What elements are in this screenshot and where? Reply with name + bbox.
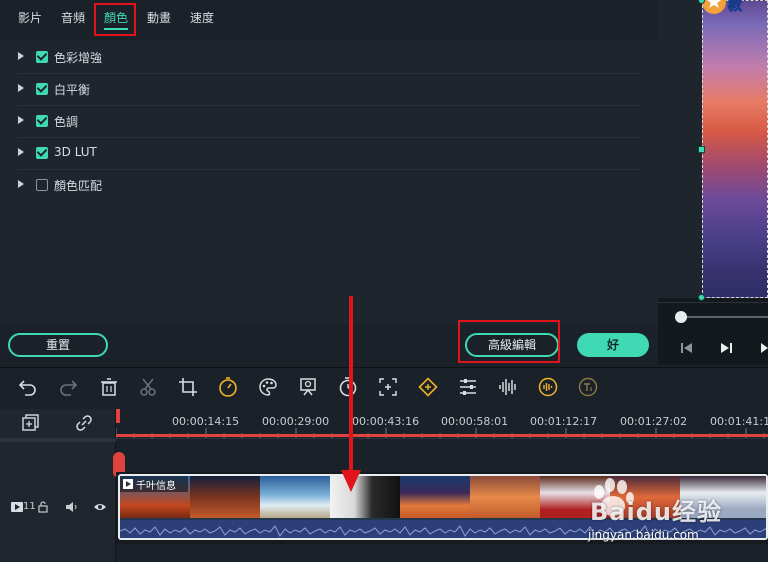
ruler-timecode: 00:01:12:17 bbox=[530, 415, 598, 428]
watermark-url: jingyan.baidu.com bbox=[588, 528, 699, 542]
color-palette-icon[interactable] bbox=[257, 376, 279, 398]
ruler-timecode: 00:01:41:1 bbox=[710, 415, 768, 428]
delete-icon[interactable] bbox=[98, 376, 120, 398]
color-option-label: 顏色匹配 bbox=[54, 179, 103, 193]
expand-arrow-icon[interactable] bbox=[18, 116, 24, 124]
redo-icon[interactable] bbox=[57, 376, 79, 398]
audio-wave-icon[interactable] bbox=[497, 376, 519, 398]
annotation-arrow-line bbox=[349, 296, 353, 476]
clip-thumbnail bbox=[260, 476, 330, 518]
split-icon[interactable] bbox=[137, 376, 159, 398]
reset-button[interactable]: 重置 bbox=[8, 333, 108, 357]
tab-video[interactable]: 影片 bbox=[18, 10, 42, 30]
lock-icon[interactable] bbox=[38, 501, 48, 513]
badge-text: 教 bbox=[728, 0, 743, 14]
clip-thumbnail bbox=[470, 476, 540, 518]
color-option-row[interactable]: 色調 bbox=[18, 106, 640, 138]
eye-icon[interactable] bbox=[93, 502, 107, 512]
clip-title-bar: 千叶信息 bbox=[120, 476, 188, 492]
expand-arrow-icon[interactable] bbox=[18, 52, 24, 60]
tab-speed[interactable]: 速度 bbox=[190, 10, 214, 30]
track-headers bbox=[0, 409, 116, 562]
next-icon[interactable] bbox=[760, 342, 768, 354]
green-screen-icon[interactable] bbox=[297, 376, 319, 398]
add-track-icon[interactable] bbox=[22, 414, 40, 432]
preview-scrubber-knob[interactable] bbox=[675, 311, 687, 323]
checkbox[interactable] bbox=[36, 115, 48, 127]
empty-track[interactable] bbox=[116, 440, 768, 472]
ruler-timecode: 00:01:27:02 bbox=[620, 415, 688, 428]
video-track-icon bbox=[11, 502, 23, 512]
annotation-box-advanced bbox=[458, 320, 560, 363]
expand-arrow-icon[interactable] bbox=[18, 84, 24, 92]
previous-frame-icon[interactable] bbox=[680, 342, 694, 354]
playhead-marker[interactable] bbox=[116, 409, 120, 423]
watermark-brand: Baidu经验 bbox=[590, 498, 722, 526]
color-option-row[interactable]: 3D LUT bbox=[18, 138, 640, 170]
preview-frame[interactable] bbox=[702, 0, 768, 298]
clip-title: 千叶信息 bbox=[136, 481, 176, 492]
color-panel: 影片 音頻 顏色 動畫 速度 色彩增強 白平衡 色調 3D LUT 顏色匹配 重… bbox=[0, 0, 658, 365]
preview-backdrop bbox=[658, 0, 702, 298]
ruler-timecode: 00:00:58:01 bbox=[441, 415, 509, 428]
color-option-label: 3D LUT bbox=[54, 145, 97, 159]
color-option-label: 色調 bbox=[54, 115, 79, 129]
color-option-row[interactable]: 色彩增強 bbox=[18, 42, 640, 74]
ruler-timecode: 00:00:14:15 bbox=[172, 415, 240, 428]
checkbox[interactable] bbox=[36, 83, 48, 95]
annotation-arrow-head bbox=[341, 470, 361, 492]
link-icon[interactable] bbox=[75, 414, 93, 432]
undo-icon[interactable] bbox=[17, 376, 39, 398]
speed-icon[interactable] bbox=[217, 376, 239, 398]
clip-video-icon bbox=[123, 479, 133, 489]
annotation-box-color-tab bbox=[94, 3, 136, 36]
color-option-row[interactable]: 白平衡 bbox=[18, 74, 640, 106]
preview-divider bbox=[658, 302, 768, 303]
audio-ducking-icon[interactable] bbox=[537, 376, 559, 398]
track-number: 11 bbox=[23, 501, 36, 512]
resize-handle[interactable] bbox=[698, 146, 705, 153]
preview-scrubber-track[interactable] bbox=[676, 316, 768, 318]
duration-icon[interactable] bbox=[337, 376, 359, 398]
adjust-icon[interactable] bbox=[457, 376, 479, 398]
ruler-timecode: 00:00:29:00 bbox=[262, 415, 330, 428]
expand-arrow-icon[interactable] bbox=[18, 180, 24, 188]
track-divider bbox=[0, 438, 116, 442]
watermark: Baidu经验 jingyan.baidu.com bbox=[588, 476, 768, 562]
keyframe-icon[interactable] bbox=[417, 376, 439, 398]
checkbox[interactable] bbox=[36, 179, 48, 191]
playback-range-bar[interactable] bbox=[116, 434, 768, 437]
ok-button[interactable]: 好 bbox=[577, 333, 649, 357]
checkbox[interactable] bbox=[36, 51, 48, 63]
clip-thumbnail bbox=[190, 476, 260, 518]
logo-badge-icon: 教 bbox=[702, 0, 743, 14]
color-option-row[interactable]: 顏色匹配 bbox=[18, 170, 640, 202]
resize-handle[interactable] bbox=[698, 294, 705, 301]
text-to-speech-icon[interactable] bbox=[577, 376, 599, 398]
ruler-timecode: 00:00:43:16 bbox=[352, 415, 420, 428]
fit-frame-icon[interactable] bbox=[377, 376, 399, 398]
color-option-label: 色彩增強 bbox=[54, 51, 103, 65]
tab-audio[interactable]: 音頻 bbox=[61, 10, 85, 30]
color-option-label: 白平衡 bbox=[54, 83, 91, 97]
editor-window: 影片 音頻 顏色 動畫 速度 色彩增強 白平衡 色調 3D LUT 顏色匹配 重… bbox=[0, 0, 768, 562]
crop-icon[interactable] bbox=[177, 376, 199, 398]
preview-panel: 教 bbox=[658, 0, 768, 365]
play-icon[interactable] bbox=[720, 342, 734, 354]
tab-animation[interactable]: 動畫 bbox=[147, 10, 171, 30]
clip-thumbnail bbox=[400, 476, 470, 518]
expand-arrow-icon[interactable] bbox=[18, 148, 24, 156]
checkbox[interactable] bbox=[36, 147, 48, 159]
speaker-icon[interactable] bbox=[66, 502, 78, 512]
